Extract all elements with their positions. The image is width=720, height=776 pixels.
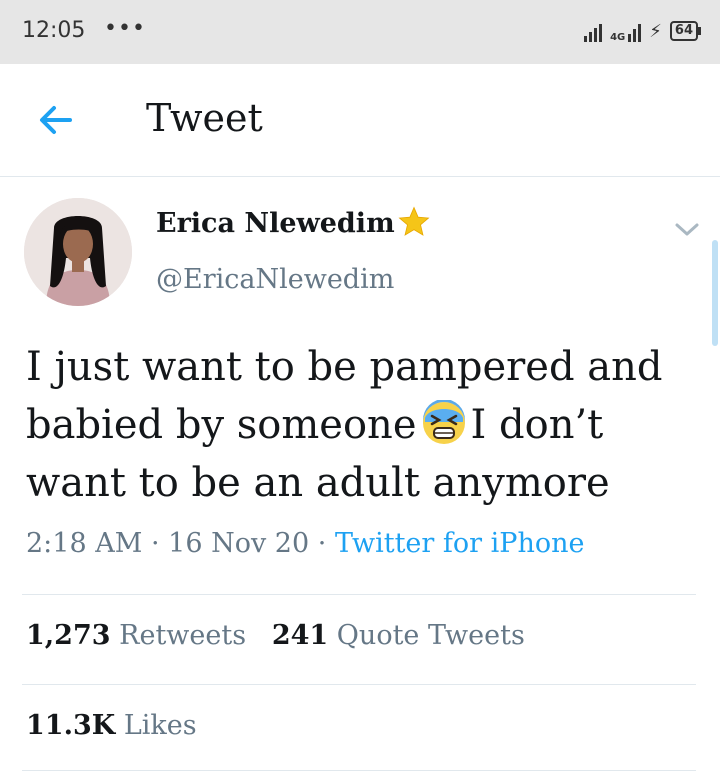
top-app-bar: Tweet <box>0 64 720 177</box>
arrow-left-icon <box>40 106 72 134</box>
author-name-row[interactable]: Erica Nlewedim <box>156 205 431 239</box>
tweet-meta: 2:18 AM · 16 Nov 20 · Twitter for iPhone <box>26 528 584 559</box>
tweet-text-segment: babied by someone <box>26 402 417 448</box>
back-button[interactable] <box>34 100 78 140</box>
avatar[interactable] <box>24 198 132 306</box>
signal-4g-icon: 4G <box>610 20 642 43</box>
star-icon <box>398 205 430 236</box>
more-options-button[interactable] <box>672 220 702 240</box>
profile-photo <box>24 198 132 306</box>
network-type-label: 4G <box>610 32 626 43</box>
retweets-label: Retweets <box>119 620 247 651</box>
status-time: 12:05 <box>22 18 86 43</box>
retweets-stat[interactable]: 1,273 Retweets <box>26 620 246 651</box>
quote-tweets-count: 241 <box>271 620 329 651</box>
status-icons: 4G ⚡ 64 <box>584 18 702 44</box>
tweet-text-line: want to be an adult anymore <box>26 460 610 506</box>
tweet-text-line: I just want to be pampered and <box>26 344 663 390</box>
author-handle[interactable]: @EricaNlewedim <box>156 264 394 295</box>
likes-count: 11.3K <box>26 710 116 741</box>
meta-separator: · <box>317 528 327 559</box>
likes-stat[interactable]: 11.3K Likes <box>26 710 197 741</box>
battery-icon: 64 <box>669 21 702 41</box>
retweet-stats-row: 1,273 Retweets 241 Quote Tweets <box>26 620 525 651</box>
tweet-time: 2:18 AM <box>26 528 143 559</box>
page-title: Tweet <box>146 96 263 140</box>
status-notification-dots: ••• <box>104 16 146 41</box>
tweet-text-segment: I don’t <box>470 402 604 448</box>
quote-tweets-stat[interactable]: 241 Quote Tweets <box>272 620 525 651</box>
divider <box>22 770 696 771</box>
chevron-down-icon <box>675 223 699 236</box>
tweet-date: 16 Nov 20 <box>168 528 310 559</box>
charging-icon: ⚡ <box>649 20 662 42</box>
divider <box>22 684 696 685</box>
author-name: Erica Nlewedim <box>156 208 395 239</box>
tweet-source-link[interactable]: Twitter for iPhone <box>335 528 585 559</box>
tweet-text: I just want to be pampered and babied by… <box>26 338 696 512</box>
likes-label: Likes <box>123 710 197 741</box>
meta-separator: · <box>150 528 160 559</box>
scrollbar[interactable] <box>712 240 718 346</box>
tweet-text-line: babied by someone I don’t <box>26 396 696 454</box>
signal-icon <box>584 20 603 42</box>
status-bar: 12:05 ••• 4G ⚡ 64 <box>0 0 720 64</box>
tired-face-emoji-icon <box>421 399 467 446</box>
divider <box>22 594 696 595</box>
quote-tweets-label: Quote Tweets <box>336 620 525 651</box>
likes-stats-row: 11.3K Likes <box>26 710 197 741</box>
retweets-count: 1,273 <box>26 620 111 651</box>
